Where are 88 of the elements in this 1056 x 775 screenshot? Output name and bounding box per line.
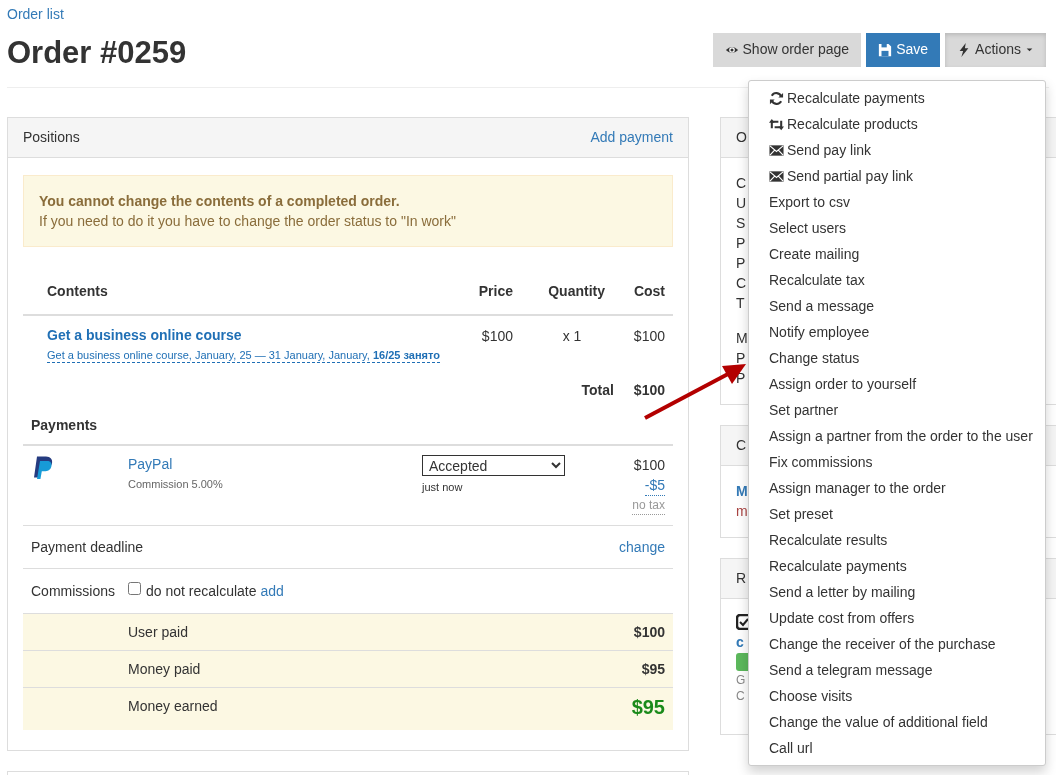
menu-item[interactable]: Choose visits [749,683,1045,709]
menu-item[interactable]: Set partner [749,397,1045,423]
menu-item[interactable]: Recalculate payments [749,85,1045,111]
save-button[interactable]: Save [866,32,941,67]
table-cell-text: $100 [632,327,666,346]
menu-item[interactable]: Send a message [749,293,1045,319]
payment-amount: $100 [633,456,665,475]
menu-item[interactable]: Create mailing [749,241,1045,267]
info-text: P [736,254,746,273]
info-text: U [736,194,747,213]
menu-item[interactable]: Select users [749,215,1045,241]
info-text: G [736,672,746,688]
payment-method-link[interactable]: PayPal [128,455,422,473]
table-cell-text: x 1 [561,327,583,346]
menu-item[interactable]: Recalculate payments [749,553,1045,579]
fee-link[interactable]: -$5 [644,476,665,496]
panel-title: R [736,569,747,588]
menu-item[interactable]: Assign a partner from the order to the user [749,423,1045,449]
menu-item[interactable]: Change status [749,345,1045,371]
summary-label: User paid [128,622,188,642]
add-commission-link[interactable]: add [260,581,284,602]
column-header: Cost [632,282,666,301]
column-header: Contents [46,282,109,301]
summary-value: $95 [641,659,665,679]
menu-item[interactable]: Fix commissions [749,449,1045,475]
menu-item[interactable]: Set preset [749,501,1045,527]
info-text: P [736,349,746,368]
commission-text: Commission 5.00% [128,477,224,492]
payment-time: just now [422,479,464,495]
column-header: Price [477,282,514,301]
summary-value: $95 [631,696,665,720]
panel-title: O [736,128,747,147]
field-label: Commissions [31,582,116,601]
menu-item[interactable]: Recalculate products [749,111,1045,137]
summary-value: $100 [633,622,665,642]
menu-item[interactable]: Recalculate results [749,527,1045,553]
status-select[interactable]: Accepted [422,455,565,476]
menu-item[interactable]: Recalculate tax [749,267,1045,293]
section-title: Payments [23,407,673,446]
do-not-recalculate-checkbox[interactable] [128,582,141,595]
panel-title: Positions [23,128,80,147]
repeat-arrows-icon [769,116,784,132]
info-link[interactable]: M [736,481,748,501]
alert-title: You cannot change the contents of a completed order. [39,192,401,211]
menu-item[interactable]: Send pay link [749,137,1045,163]
total-label: Total [581,380,614,400]
change-link[interactable]: change [619,536,665,558]
actions-dropdown-button[interactable]: Actions [945,32,1046,67]
show-order-page-button[interactable]: Show order page [712,32,862,67]
total-value: $100 [633,380,665,400]
menu-item[interactable]: Update cost from offers [749,605,1045,631]
menu-item[interactable]: Send a telegram message [749,657,1045,683]
add-payment-link[interactable]: Add payment [590,127,673,148]
column-header: Quantity [547,282,606,301]
info-text: C [736,688,745,704]
refresh-icon [769,90,784,106]
summary-label: Money paid [128,659,201,679]
product-detail-link[interactable]: Get a business online course, January, 25 — 31 January, January, 16/25 занято [47,348,440,363]
page-title: Order #0259 [7,37,187,68]
paypal-logo-icon [31,455,55,479]
info-text: T [736,294,745,313]
menu-item[interactable]: Notify employee [749,319,1045,345]
info-text: P [736,234,746,253]
menu-item[interactable]: Export to csv [749,189,1045,215]
product-link[interactable]: Get a business online course [47,326,459,344]
menu-item[interactable]: Change the value of additional field [749,709,1045,735]
info-link[interactable]: m [736,501,748,521]
info-text: S [736,214,746,233]
menu-item[interactable]: Assign manager to the order [749,475,1045,501]
table-cell-text: $100 [480,327,514,346]
checkbox-label: do not recalculate [146,582,257,601]
menu-item[interactable]: Send a letter by mailing [749,579,1045,605]
menu-item[interactable]: Change the receiver of the purchase [749,631,1045,657]
envelope-icon [769,142,784,158]
breadcrumb-link[interactable]: Order list [7,6,64,22]
menu-item[interactable]: Call url [749,735,1045,761]
summary-label: Money earned [128,697,218,716]
panel-title: C [736,436,747,455]
info-text: M [736,329,748,348]
info-link[interactable]: c [736,632,744,652]
envelope-icon [769,168,784,184]
field-label: Payment deadline [31,537,144,557]
info-text: C [736,274,747,293]
menu-item[interactable]: Send partial pay link [749,163,1045,189]
alert-text: If you need to do it you have to change the order status to "In work" [39,212,457,231]
caret-icon [1025,45,1034,54]
info-text: C [736,174,747,193]
menu-item[interactable]: Assign order to yourself [749,371,1045,397]
